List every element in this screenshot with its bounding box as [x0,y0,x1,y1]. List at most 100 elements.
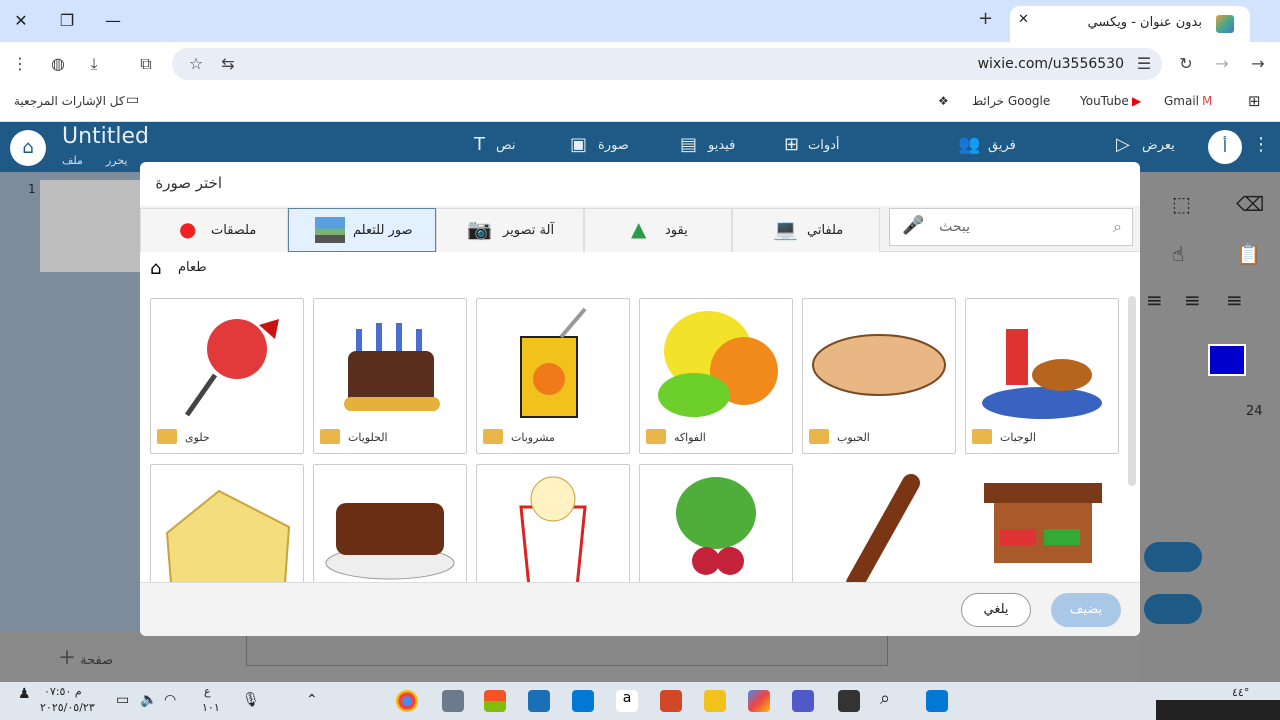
image-card[interactable] [965,464,1119,582]
align-left-icon[interactable]: ≡ [1146,288,1163,312]
bread-image [812,334,946,396]
tab-learning-images[interactable]: صور للتعلم [288,208,436,252]
color-swatch[interactable] [1208,344,1246,376]
align-center-icon[interactable]: ≡ [1184,288,1201,312]
wifi-icon[interactable]: ◠ [164,692,176,708]
tab-drive[interactable]: يقود ▲ [584,208,732,252]
hand-icon[interactable]: ☝ [1172,242,1184,266]
select-icon[interactable]: ⬚ [1172,192,1191,216]
app-icon[interactable] [528,690,550,712]
add-button[interactable]: يضيف [1051,593,1121,627]
folder-card[interactable]: مشروبات [476,298,630,454]
breadcrumb-home-icon[interactable]: ⌂ [150,258,161,279]
search-icon[interactable]: ⌕ [880,688,890,709]
apps-grid-icon[interactable]: ⊞ [1248,92,1261,110]
mail-icon[interactable] [572,690,594,712]
clipboard-icon[interactable]: 📋 [1236,242,1261,266]
folder-card[interactable]: الوجبات [965,298,1119,454]
microphone-icon[interactable]: 🎙 [242,692,260,708]
browser-tab[interactable]: ✕ بدون عنوان - ويكسي [1010,6,1250,42]
teams-icon[interactable] [792,690,814,712]
store-icon[interactable] [484,690,506,712]
all-bookmarks[interactable]: كل الإشارات المرجعية [14,94,125,108]
tab-stickers[interactable]: ملصقات ● [140,208,288,252]
chevron-up-icon[interactable]: ⌃ [306,692,318,708]
menu-edit[interactable]: يحرر [106,154,128,167]
language-indicator[interactable]: ع [204,685,211,698]
forward-icon[interactable]: → [1248,54,1268,73]
popcorn-image [519,476,587,582]
folder-card[interactable]: الحبوب [802,298,956,454]
close-window-icon[interactable]: ✕ [8,8,34,34]
image-card[interactable] [150,464,304,582]
document-title[interactable]: Untitled [62,124,149,149]
tab-camera[interactable]: آلة تصوير 📷 [436,208,584,252]
card-label: الوجبات [1000,431,1036,444]
site-settings-icon[interactable]: ☰ [1134,54,1154,73]
chrome-icon[interactable] [396,690,418,712]
bookmarks-bar: كل الإشارات المرجعية ▭ ❖ خرائط Google Yo… [0,86,1280,122]
windows-start-icon[interactable] [926,690,948,712]
download-icon[interactable]: ⤓ [84,54,104,74]
search-input[interactable]: 🎤 يبحث ⌕ [889,208,1133,246]
profile-icon[interactable]: ◍ [48,54,68,73]
battery-icon[interactable]: ▭ [116,692,129,708]
nav-team[interactable]: فريق [988,138,1016,153]
file-explorer-icon[interactable] [704,690,726,712]
text-icon: T [474,134,485,155]
new-tab-icon[interactable]: + [978,8,993,29]
translate-icon[interactable]: ⇆ [218,54,238,73]
home-icon[interactable]: ⌂ [10,130,46,166]
eraser-icon[interactable]: ⌫ [1236,192,1264,216]
search-icon[interactable]: ⌕ [1113,217,1122,237]
nav-image[interactable]: صورة [598,138,629,153]
terminal-icon[interactable] [838,690,860,712]
bookmark-youtube[interactable]: YouTube [1080,94,1129,108]
grid-scrollbar[interactable] [1128,296,1136,486]
toggle-switch[interactable] [1144,594,1202,624]
image-card[interactable] [639,464,793,582]
folder-icon [483,429,503,444]
volume-icon[interactable]: 🔈 [140,692,157,708]
image-card[interactable] [802,464,956,582]
nav-text[interactable]: نص [496,138,516,153]
page-thumbnail[interactable] [40,180,140,272]
copilot-icon[interactable] [748,690,770,712]
apple-icon: ● [179,217,197,241]
youtube-icon: ▶ [1132,94,1142,108]
restore-window-icon[interactable]: ❐ [54,8,80,34]
nav-tools[interactable]: أدوات [808,138,840,153]
image-card[interactable] [476,464,630,582]
meal-image [982,329,1102,419]
back-icon[interactable]: → [1212,54,1232,73]
cancel-button[interactable]: يلغي [961,593,1031,627]
minimize-window-icon[interactable]: — [100,8,126,34]
more-icon[interactable]: ⋮ [1252,134,1270,155]
folder-card[interactable]: الفواكه [639,298,793,454]
bookmark-maps[interactable]: خرائط Google [972,94,1050,108]
font-size-value: 24 [1246,404,1263,419]
bookmark-gmail[interactable]: Gmail [1164,94,1199,108]
folder-card[interactable]: حلوى [150,298,304,454]
microphone-icon[interactable]: 🎤 [902,215,924,236]
extensions-icon[interactable]: ⧉ [136,54,156,74]
image-card[interactable] [313,464,467,582]
bookmark-star-icon[interactable]: ☆ [186,54,206,73]
menu-file[interactable]: ملف [62,154,83,167]
person-icon: ♟ [18,686,31,702]
nav-video[interactable]: فيديو [708,138,735,153]
breadcrumb[interactable]: طعام [178,260,207,275]
nav-present[interactable]: يعرض [1142,138,1175,153]
align-right-icon[interactable]: ≡ [1226,288,1243,312]
add-page-button[interactable]: ＋ صفحة [58,644,113,670]
avatar[interactable]: أ [1208,130,1242,164]
powerpoint-icon[interactable] [660,690,682,712]
folder-card[interactable]: الحلويات [313,298,467,454]
menu-kebab-icon[interactable]: ⋮ [10,54,30,73]
toggle-switch[interactable] [1144,542,1202,572]
tab-my-files[interactable]: ملفاتي 💻 [732,208,880,252]
reload-icon[interactable]: ↻ [1176,54,1196,73]
amazon-icon[interactable]: a [616,690,638,712]
tab-close-icon[interactable]: ✕ [1018,12,1029,27]
calculator-icon[interactable] [442,690,464,712]
